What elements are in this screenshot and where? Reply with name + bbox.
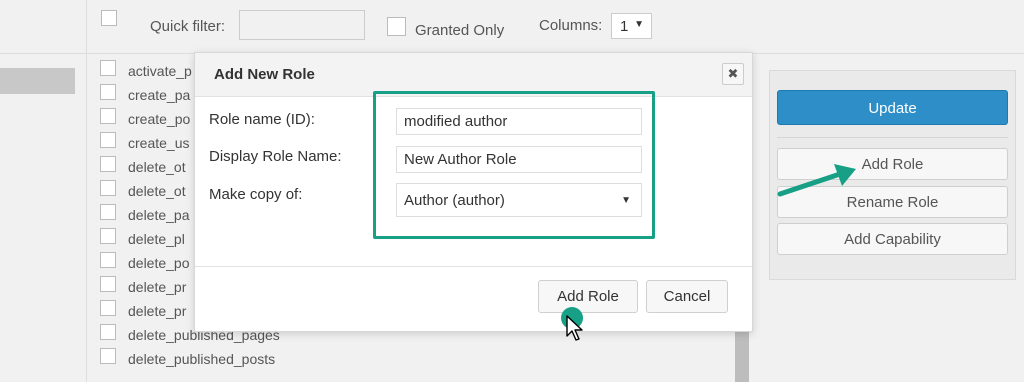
annotation-highlight-box — [373, 91, 655, 239]
capability-checkbox[interactable] — [100, 228, 116, 244]
capability-checkbox[interactable] — [100, 108, 116, 124]
dialog-add-role-button[interactable]: Add Role — [538, 280, 638, 313]
capability-checkbox[interactable] — [100, 348, 116, 364]
dialog-title: Add New Role — [214, 66, 315, 83]
close-icon[interactable]: ✖ — [722, 63, 744, 85]
left-gutter — [0, 0, 87, 382]
capability-label: delete_ot — [128, 183, 186, 199]
scrollbar-thumb[interactable] — [735, 332, 749, 382]
capability-label: delete_po — [128, 255, 190, 271]
capability-label: delete_published_posts — [128, 351, 276, 367]
capability-label: create_pa — [128, 87, 191, 103]
capability-label: create_us — [128, 135, 190, 151]
capability-checkbox[interactable] — [100, 300, 116, 316]
quick-filter-input[interactable] — [239, 10, 365, 40]
update-button[interactable]: Update — [777, 90, 1008, 125]
columns-select[interactable]: 1 ▼ — [611, 13, 652, 39]
capability-checkbox[interactable] — [100, 276, 116, 292]
capability-label: delete_pr — [128, 303, 187, 319]
panel-divider — [777, 137, 1008, 138]
capability-label: delete_ot — [128, 159, 186, 175]
capability-label: delete_pr — [128, 279, 187, 295]
capability-checkbox[interactable] — [100, 252, 116, 268]
chevron-down-icon: ▼ — [634, 19, 644, 30]
dialog-divider — [195, 266, 752, 267]
dialog-cancel-button[interactable]: Cancel — [646, 280, 728, 313]
role-name-label: Role name (ID): — [209, 111, 315, 128]
columns-value: 1 — [620, 18, 629, 35]
capability-checkbox[interactable] — [100, 156, 116, 172]
display-role-name-label: Display Role Name: — [209, 148, 342, 165]
capability-row: delete_published_posts — [100, 348, 420, 372]
make-copy-label: Make copy of: — [209, 186, 303, 203]
add-new-role-dialog: Add New Role ✖ Role name (ID): modified … — [194, 52, 753, 332]
capability-label: activate_p — [128, 63, 192, 79]
capability-checkbox[interactable] — [100, 180, 116, 196]
quick-filter-label: Quick filter: — [150, 18, 226, 35]
add-capability-button[interactable]: Add Capability — [777, 223, 1008, 255]
capability-checkbox[interactable] — [100, 324, 116, 340]
capability-checkbox[interactable] — [100, 60, 116, 76]
capability-checkbox[interactable] — [100, 84, 116, 100]
left-divider — [0, 53, 86, 54]
select-all-checkbox[interactable] — [101, 10, 117, 26]
selected-role-item[interactable] — [0, 68, 75, 94]
capability-label: create_po — [128, 111, 191, 127]
capability-label: delete_pl — [128, 231, 185, 247]
annotation-arrow-icon — [777, 164, 856, 197]
cursor-icon — [566, 315, 583, 341]
columns-label: Columns: — [539, 17, 603, 34]
capability-label: delete_pa — [128, 207, 190, 223]
granted-only-checkbox[interactable] — [387, 17, 406, 36]
capability-checkbox[interactable] — [100, 204, 116, 220]
granted-only-label: Granted Only — [415, 22, 505, 39]
capability-checkbox[interactable] — [100, 132, 116, 148]
